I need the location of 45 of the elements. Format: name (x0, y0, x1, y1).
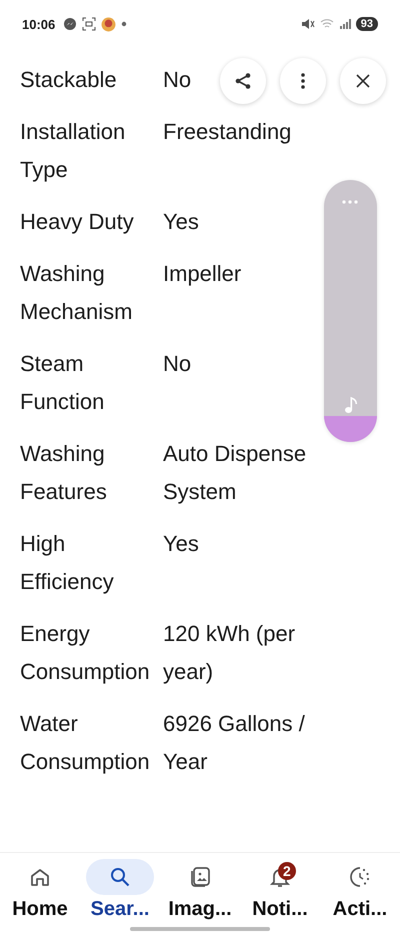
more-button[interactable] (280, 58, 326, 104)
share-button[interactable] (220, 58, 266, 104)
nav-tab[interactable]: Acti... (326, 859, 394, 934)
activity-icon (349, 866, 371, 888)
spec-label: Installation Type (20, 118, 126, 184)
dot-icon (121, 21, 128, 27)
images-icon (189, 866, 211, 888)
battery-level: 93 (356, 17, 378, 31)
home-icon (29, 866, 51, 888)
nav-tab[interactable]: Sear... (86, 859, 154, 934)
nav-tab[interactable]: Imag... (166, 859, 234, 934)
close-button[interactable] (340, 58, 386, 104)
mute-icon (300, 18, 315, 30)
spec-value: 120 kWh (per year) (163, 620, 296, 686)
more-icon (342, 200, 358, 204)
emoji-icon (101, 16, 116, 32)
spec-label: Stackable (20, 66, 117, 94)
close-icon (355, 73, 371, 89)
screenshot-icon (82, 17, 96, 31)
spec-value: 6926 Gallons / Year (163, 710, 306, 776)
spec-label: Energy Consumption (20, 620, 151, 686)
share-icon (233, 71, 253, 91)
more-icon (300, 72, 306, 90)
search-icon (109, 866, 131, 888)
spec-value: Freestanding (163, 118, 292, 146)
spec-value: Impeller (163, 260, 242, 288)
nav-tab[interactable]: Home (6, 859, 74, 934)
spec-label: Washing Mechanism (20, 260, 134, 326)
spec-label: Washing Features (20, 440, 108, 506)
spec-value: Yes (163, 530, 199, 558)
volume-panel[interactable] (324, 180, 377, 442)
spec-value: No (163, 66, 192, 94)
notification-badge: 2 (278, 862, 296, 880)
messenger-icon (63, 17, 78, 31)
spec-label: High Efficiency (20, 530, 115, 596)
signal-icon (338, 18, 351, 30)
spec-label: Water Consumption (20, 710, 151, 776)
spec-value: Yes (163, 208, 199, 236)
spec-value: No (163, 350, 192, 378)
spec-value: Auto Dispense System (163, 440, 308, 506)
wifi-icon (320, 18, 334, 30)
spec-label: Heavy Duty (20, 208, 134, 236)
status-time: 10:06 (22, 16, 56, 32)
music-note-icon (344, 396, 358, 414)
spec-label: Steam Function (20, 350, 106, 416)
